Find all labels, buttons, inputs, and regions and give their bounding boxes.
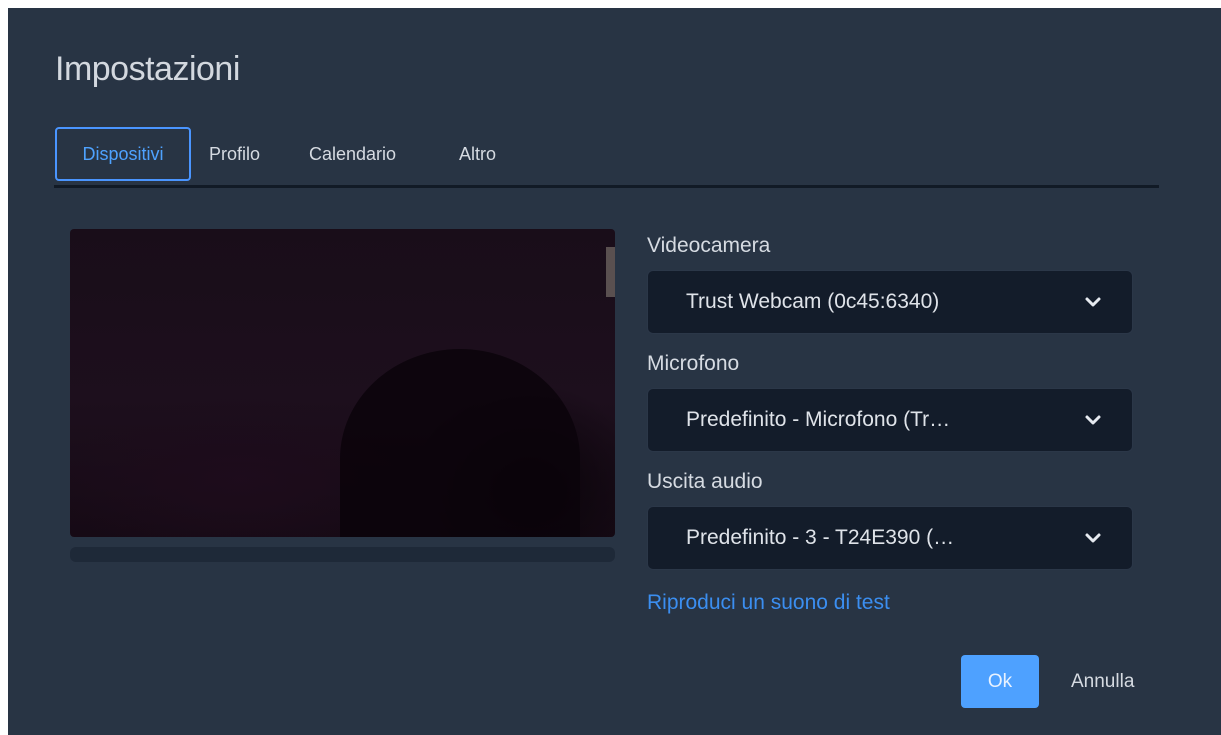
cancel-button[interactable]: Annulla — [1071, 655, 1134, 708]
tab-devices[interactable]: Dispositivi — [55, 127, 191, 181]
microphone-select-value: Predefinito - Microfono (Tr… — [686, 408, 951, 431]
camera-select[interactable]: Trust Webcam (0c45:6340) — [647, 270, 1133, 334]
audio-output-label: Uscita audio — [647, 470, 763, 493]
audio-output-select[interactable]: Predefinito - 3 - T24E390 (… — [647, 506, 1133, 570]
audio-output-select-value: Predefinito - 3 - T24E390 (… — [686, 526, 955, 549]
camera-label: Videocamera — [647, 234, 771, 257]
tab-bar: Dispositivi Profilo Calendario Altro — [54, 127, 1159, 188]
play-test-sound-link[interactable]: Riproduci un suono di test — [647, 591, 890, 615]
audio-level-meter — [70, 547, 615, 562]
camera-select-value: Trust Webcam (0c45:6340) — [686, 290, 940, 313]
chevron-down-icon — [1085, 415, 1101, 425]
preview-subject — [340, 349, 580, 537]
camera-preview — [70, 229, 615, 537]
chevron-down-icon — [1085, 533, 1101, 543]
tab-other[interactable]: Altro — [459, 127, 496, 181]
chevron-down-icon — [1085, 297, 1101, 307]
microphone-select[interactable]: Predefinito - Microfono (Tr… — [647, 388, 1133, 452]
dialog-title: Impostazioni — [55, 50, 240, 88]
ok-button[interactable]: Ok — [961, 655, 1039, 708]
preview-edge — [606, 247, 615, 297]
microphone-label: Microfono — [647, 352, 740, 375]
tab-profile[interactable]: Profilo — [209, 127, 260, 181]
settings-dialog: Impostazioni Dispositivi Profilo Calenda… — [8, 8, 1221, 735]
tab-calendar[interactable]: Calendario — [309, 127, 396, 181]
